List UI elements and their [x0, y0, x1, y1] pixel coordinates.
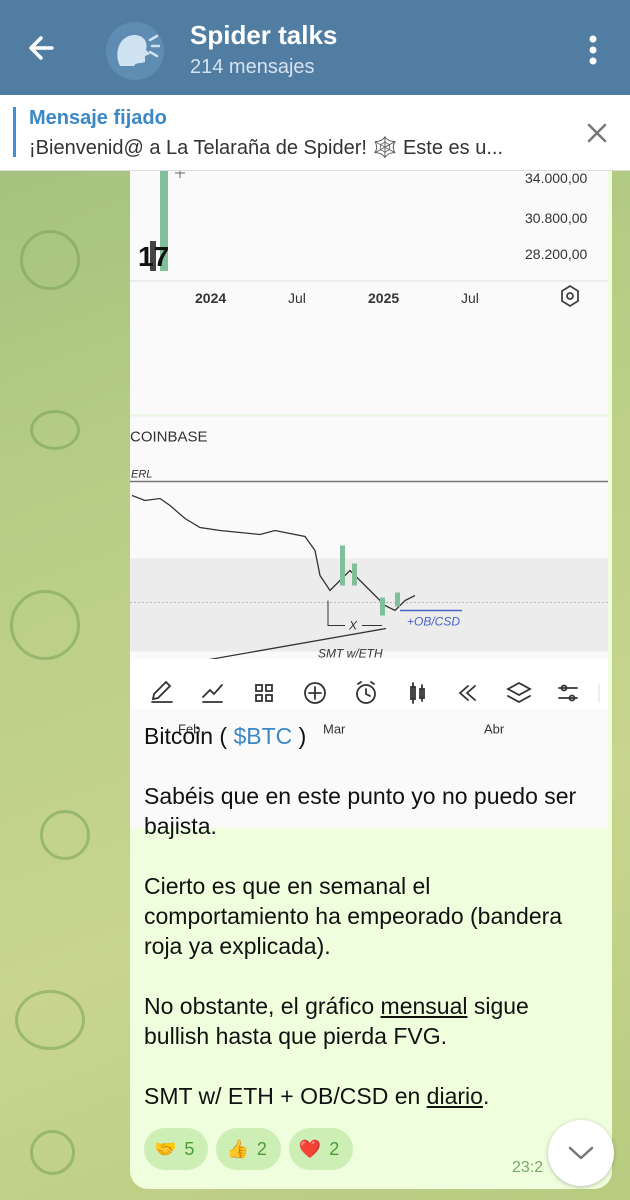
pinned-title: Mensaje fijado — [29, 107, 167, 129]
reaction-count: 5 — [184, 1138, 195, 1159]
message-time: 23:2 — [512, 1159, 544, 1176]
avatar[interactable] — [106, 22, 164, 80]
message-bubble[interactable]: 17 34.000,00 30.800,00 28.200,00 2024 Ju… — [130, 171, 612, 1189]
pinned-message-bar[interactable]: Mensaje fijado ¡Bienvenid@ a La Telaraña… — [0, 95, 630, 171]
message-paragraph: Cierto es que en semanal el comportamien… — [144, 873, 563, 959]
text-segment: ) — [292, 723, 307, 749]
text-segment: No obstante, el gráfico — [144, 993, 381, 1019]
underlined-text: diario — [426, 1083, 483, 1109]
chat-title[interactable]: Spider talks — [190, 20, 337, 51]
message-text: Bitcoin ( $BTC ) Sabéis que en este punt… — [144, 721, 599, 1141]
reactions-row: 🤝 5 👍 2 ❤️ 2 — [144, 1128, 354, 1170]
wallpaper-doodle — [20, 230, 80, 290]
y-tick-label: 34.000,00 — [525, 171, 587, 186]
reaction-count: 2 — [256, 1138, 267, 1159]
close-icon[interactable] — [585, 121, 609, 145]
chart-image-top[interactable]: 17 34.000,00 30.800,00 28.200,00 2024 Ju… — [130, 171, 608, 316]
text-segment: Bitcoin ( — [144, 723, 234, 749]
tradingview-logo: 17 — [138, 241, 169, 272]
wallpaper-doodle — [40, 810, 90, 860]
reaction-handshake[interactable]: 🤝 5 — [144, 1128, 209, 1170]
chevron-down-icon — [568, 1146, 594, 1160]
wallpaper-doodle — [30, 1130, 75, 1175]
message-paragraph: Bitcoin ( $BTC ) — [144, 721, 599, 751]
wallpaper-doodle — [15, 990, 85, 1050]
reaction-heart[interactable]: ❤️ 2 — [288, 1128, 354, 1170]
more-options-icon[interactable] — [578, 30, 608, 70]
underlined-text: mensual — [380, 993, 468, 1019]
erl-label: ERL — [131, 469, 152, 481]
text-segment: SMT w/ ETH + OB/CSD en — [144, 1083, 427, 1109]
x-tick-label: 2024 — [195, 290, 226, 306]
reaction-count: 2 — [329, 1138, 340, 1159]
heart-icon: ❤️ — [298, 1138, 322, 1159]
range-zone — [130, 558, 608, 652]
x-tick-label: Jul — [288, 290, 306, 306]
x-tick-label: Jul — [461, 290, 479, 306]
chart-candle — [352, 563, 357, 586]
chart-candle — [340, 545, 345, 586]
chart-candle — [380, 597, 385, 616]
ob-annotation: +OB/CSD — [407, 615, 460, 629]
chart-toolbar — [130, 659, 608, 709]
back-arrow-icon[interactable] — [22, 28, 62, 68]
chat-header: Spider talks 214 mensajes — [0, 0, 630, 95]
y-tick-label: 28.200,00 — [525, 246, 587, 262]
chart-separator — [130, 414, 608, 417]
chart-candle — [395, 592, 400, 607]
member-count: 214 mensajes — [190, 56, 315, 78]
pinned-text: ¡Bienvenid@ a La Telaraña de Spider! 🕸️ … — [29, 137, 503, 159]
wallpaper-doodle — [10, 590, 80, 660]
scroll-to-bottom-button[interactable] — [548, 1120, 614, 1186]
x-annotation: X — [348, 619, 358, 633]
message-paragraph: No obstante, el gráfico mensual sigue bu… — [144, 991, 599, 1051]
cashtag-link[interactable]: $BTC — [233, 723, 292, 749]
message-paragraph: Sabéis que en este punto yo no puedo ser… — [144, 783, 577, 839]
pinned-indicator — [13, 107, 16, 157]
text-segment: . — [482, 1083, 490, 1109]
y-tick-label: 30.800,00 — [525, 210, 587, 226]
handshake-icon: 🤝 — [154, 1138, 177, 1159]
reaction-thumbs-up[interactable]: 👍 2 — [216, 1128, 281, 1170]
wallpaper-doodle — [30, 410, 80, 450]
thumbs-up-icon: 👍 — [226, 1138, 249, 1159]
speaking-head-icon — [117, 34, 160, 66]
x-tick-label: 2025 — [368, 290, 399, 306]
message-paragraph: SMT w/ ETH + OB/CSD en diario. — [144, 1081, 599, 1111]
exchange-label: COINBASE — [130, 429, 208, 446]
